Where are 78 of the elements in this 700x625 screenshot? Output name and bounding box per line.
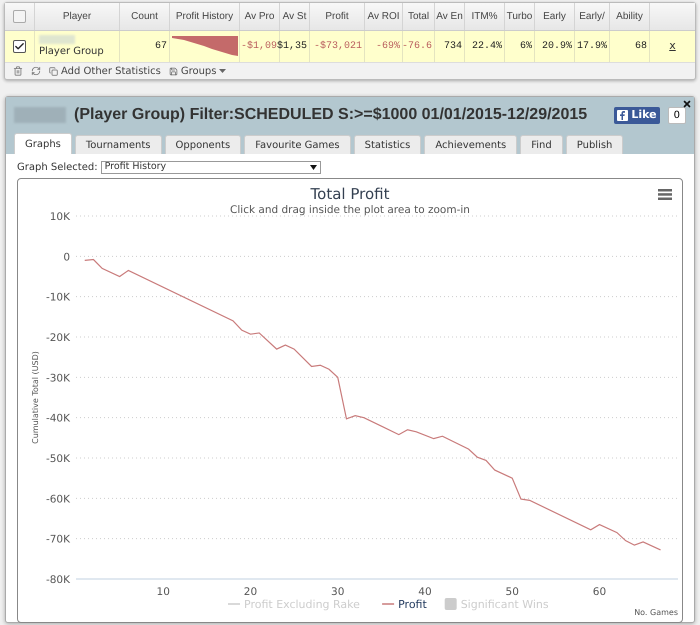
column-header[interactable]: Profit <box>325 9 349 24</box>
tab[interactable]: Publish <box>566 135 624 154</box>
y-tick-label: -10K <box>46 292 70 304</box>
table-cell-text: 6% <box>520 40 532 54</box>
y-tick-label: -80K <box>46 574 70 586</box>
y-tick-label: -50K <box>46 453 70 465</box>
tab[interactable]: Graphs <box>14 133 72 154</box>
add-statistics-button[interactable]: Add Other Statistics <box>49 64 161 78</box>
panel-title: (Player Group) Filter:SCHEDULED S:>=$1000 01/01/2015-12/29/2015 <box>74 105 588 125</box>
table-cell-text: 68 <box>634 40 647 54</box>
x-tick-label: 40 <box>418 586 432 598</box>
column-header[interactable]: Turbo <box>506 9 532 24</box>
table-cell-text: 20.9% <box>542 40 572 54</box>
sparkline <box>172 36 238 58</box>
x-tick-label: 30 <box>331 586 344 598</box>
table-cell-text: 17.9% <box>576 40 607 54</box>
x-tick-label: 20 <box>244 586 258 598</box>
column-header[interactable]: Av ROI <box>367 9 400 24</box>
copy-icon <box>49 66 58 76</box>
save-icon <box>168 66 178 76</box>
column-header[interactable]: Av En <box>436 9 463 24</box>
caret-icon <box>219 69 226 73</box>
legend-label: Profit <box>398 598 428 611</box>
menu-icon[interactable] <box>658 189 672 200</box>
tab[interactable]: Favourite Games <box>244 135 351 154</box>
caret-icon <box>310 165 317 170</box>
remove-link[interactable]: x <box>669 38 676 55</box>
column-header[interactable]: Av Pro <box>244 9 274 24</box>
like-button[interactable]: Like <box>614 106 660 124</box>
like-count: 0 <box>668 106 686 124</box>
column-header[interactable]: Av St <box>282 9 306 24</box>
column-header[interactable]: Player <box>62 9 92 24</box>
tab[interactable]: Find <box>520 135 563 154</box>
close-icon[interactable] <box>682 99 692 109</box>
tab[interactable]: Tournaments <box>74 135 162 154</box>
column-header[interactable]: ITM% <box>471 9 498 24</box>
x-axis-title: No. Games <box>634 608 678 617</box>
chart-subtitle: Click and drag inside the plot area to zoom-in <box>230 204 470 216</box>
table-cell-text: -$1,09 <box>240 40 277 54</box>
legend-item[interactable]: Profit <box>382 598 427 611</box>
y-tick-label: -60K <box>46 493 70 506</box>
tab[interactable]: Statistics <box>354 135 422 154</box>
table-cell-text: 22.4% <box>472 40 502 54</box>
graph-select-label: Graph Selected: <box>17 161 98 175</box>
y-tick-label: -40K <box>46 412 70 425</box>
column-header[interactable]: Ability <box>616 9 643 24</box>
column-header[interactable]: Early <box>543 9 566 24</box>
table-cell-text: 67 <box>154 40 167 54</box>
x-tick-label: 50 <box>506 586 519 598</box>
column-header[interactable]: Total <box>408 9 430 24</box>
checkbox[interactable] <box>13 10 26 23</box>
player-name: Player Group <box>39 44 105 58</box>
y-tick-label: -70K <box>46 534 70 546</box>
y-tick-label: 10K <box>50 211 70 223</box>
checkbox[interactable] <box>13 40 26 53</box>
facebook-icon <box>617 110 628 120</box>
refresh-icon[interactable] <box>31 66 41 76</box>
tab[interactable]: Achievements <box>424 135 518 154</box>
groups-button[interactable]: Groups <box>168 64 226 78</box>
trash-icon[interactable] <box>13 66 23 76</box>
column-header[interactable]: Profit History <box>176 9 234 24</box>
y-tick-label: 0 <box>63 251 70 264</box>
table-cell-text: 734 <box>444 40 462 54</box>
x-tick-label: 60 <box>592 586 606 598</box>
table-cell-text: $1,35 <box>276 40 307 54</box>
y-tick-label: -30K <box>46 372 70 384</box>
table-cell-text: -76.6 <box>402 40 432 54</box>
tab[interactable]: Opponents <box>164 135 242 154</box>
y-tick-label: -20K <box>46 332 70 344</box>
column-header[interactable]: Early/ <box>579 9 605 24</box>
blurred-name <box>39 34 75 44</box>
chart-title: Total Profit <box>310 185 390 203</box>
x-tick-label: 10 <box>156 586 170 598</box>
y-axis-title: Cumulative Total (USD) <box>31 351 40 444</box>
table-cell-text: -$73,021 <box>314 40 362 54</box>
table-cell-text: -69% <box>376 40 400 54</box>
graph-select[interactable]: Profit History <box>100 161 321 174</box>
column-header[interactable]: Count <box>131 9 158 24</box>
